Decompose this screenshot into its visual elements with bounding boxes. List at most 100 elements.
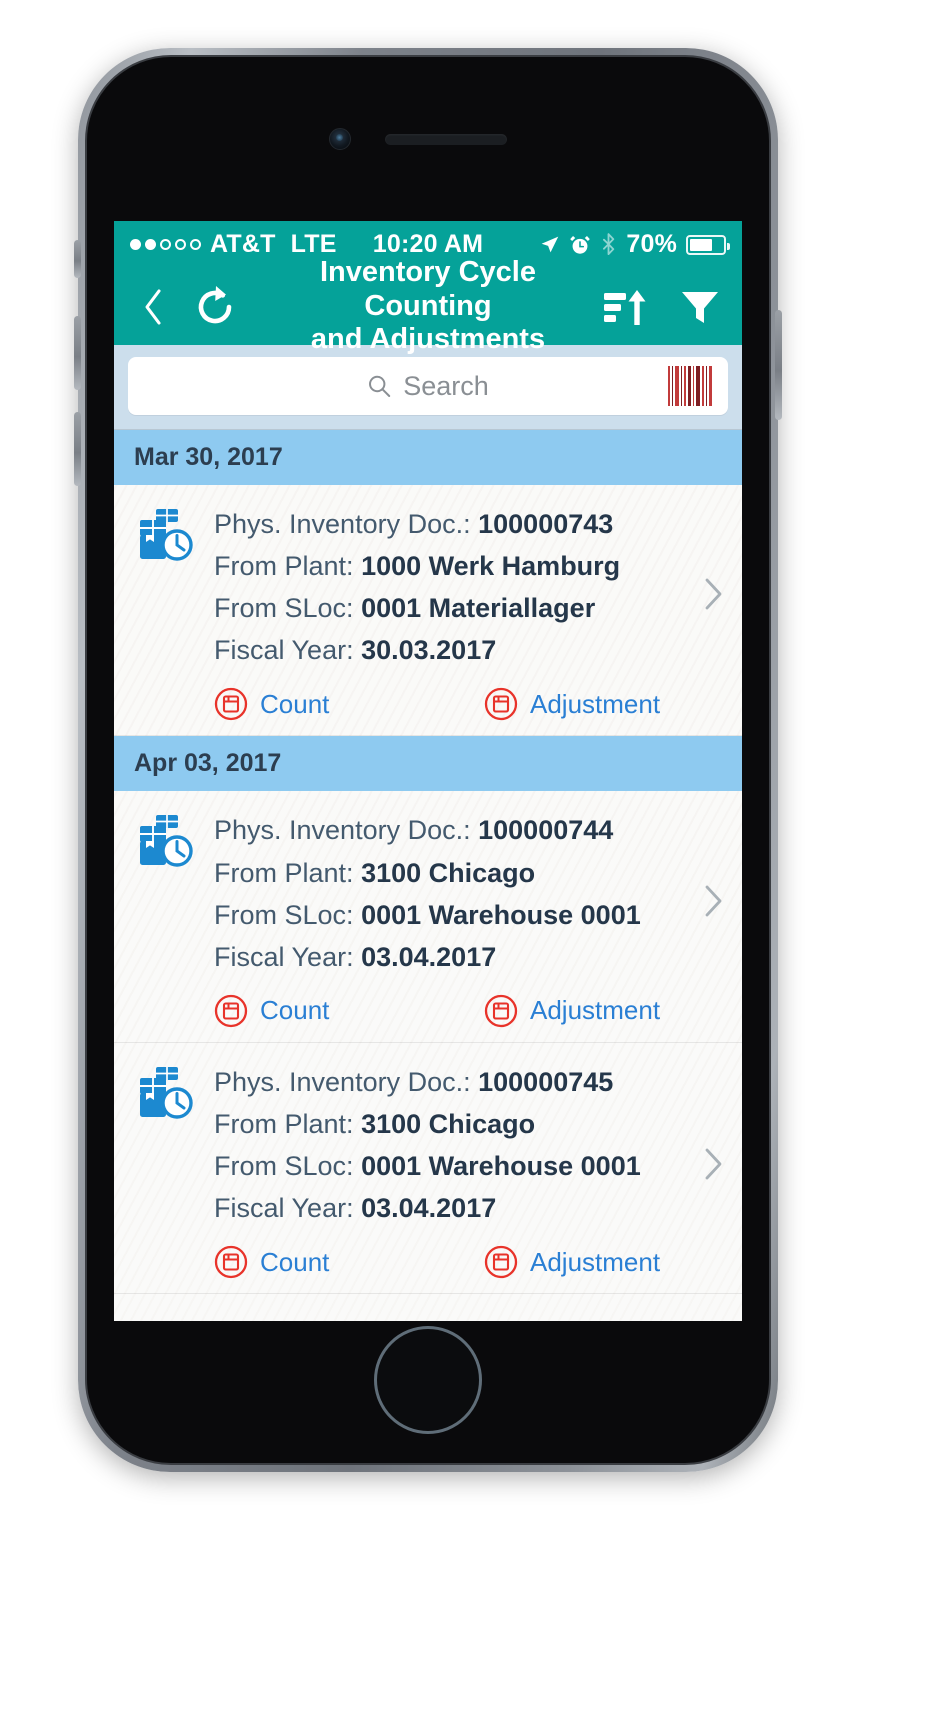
chevron-right-icon[interactable] bbox=[704, 884, 724, 918]
adjustment-action-label: Adjustment bbox=[530, 1246, 661, 1277]
field-plant: From Plant: 3100 Chicago bbox=[214, 1103, 720, 1145]
inventory-doc-icon-wrap bbox=[136, 503, 214, 721]
item-actions: Count Adjustment bbox=[214, 994, 720, 1028]
list-item-body: Phys. Inventory Doc.: 100000745 From Pla… bbox=[214, 1061, 730, 1279]
field-plant-value: 3100 Chicago bbox=[361, 857, 536, 888]
field-sloc-label: From SLoc: bbox=[214, 1151, 354, 1182]
list-item[interactable]: Phys. Inventory Doc.: 100000743 From Pla… bbox=[114, 485, 742, 737]
list-item[interactable]: Phys. Inventory Doc.: 100000744 From Pla… bbox=[114, 791, 742, 1043]
filter-button[interactable] bbox=[680, 287, 720, 327]
field-plant: From Plant: 3100 Chicago bbox=[214, 852, 720, 894]
search-placeholder-group: Search bbox=[367, 371, 489, 402]
item-actions: Count Adjustment bbox=[214, 687, 720, 721]
count-action[interactable]: Count bbox=[214, 994, 484, 1028]
field-fiscal-value: 30.03.2017 bbox=[361, 635, 497, 666]
list-item-body: Phys. Inventory Doc.: 100000743 From Pla… bbox=[214, 503, 730, 721]
app-header: Inventory Cycle Counting and Adjustments bbox=[114, 256, 742, 355]
inventory-doc-icon-wrap bbox=[136, 809, 214, 1027]
count-action[interactable]: Count bbox=[214, 687, 484, 721]
sort-button[interactable] bbox=[604, 287, 646, 327]
back-button[interactable] bbox=[136, 284, 170, 330]
chevron-left-icon bbox=[145, 288, 161, 325]
refresh-icon bbox=[198, 285, 232, 323]
chevron-right-icon[interactable] bbox=[704, 577, 724, 611]
field-fiscal-year: Fiscal Year: 03.04.2017 bbox=[214, 936, 720, 978]
volume-up-button[interactable] bbox=[74, 316, 81, 390]
field-plant-value: 1000 Werk Hamburg bbox=[361, 551, 621, 582]
field-doc: Phys. Inventory Doc.: 100000743 bbox=[214, 503, 720, 545]
adjustment-action-label: Adjustment bbox=[530, 995, 661, 1026]
battery-percent-label: 70% bbox=[626, 230, 677, 258]
field-fiscal-year: Fiscal Year: 03.04.2017 bbox=[214, 1187, 720, 1229]
field-plant-value: 3100 Chicago bbox=[361, 1108, 536, 1139]
adjustment-box-icon bbox=[484, 688, 518, 721]
count-action-label: Count bbox=[260, 688, 330, 719]
field-sloc-value: 0001 Warehouse 0001 bbox=[361, 899, 641, 930]
home-button[interactable] bbox=[374, 1326, 482, 1434]
field-sloc-value: 0001 Materiallager bbox=[361, 593, 596, 624]
count-box-icon bbox=[214, 994, 248, 1028]
adjustment-action[interactable]: Adjustment bbox=[484, 687, 660, 721]
document-list[interactable]: Mar 30, 2017 Phys. Inventory Doc.: 10000… bbox=[114, 430, 742, 1321]
field-fiscal-label: Fiscal Year: bbox=[214, 941, 354, 972]
adjustment-action-label: Adjustment bbox=[530, 688, 661, 719]
search-zone: Search bbox=[114, 345, 742, 430]
field-doc-label: Phys. Inventory Doc.: bbox=[214, 815, 471, 846]
field-doc-value: 100000744 bbox=[478, 815, 614, 846]
front-camera-icon bbox=[329, 128, 351, 150]
list-item-body: Phys. Inventory Doc.: 100000744 From Pla… bbox=[214, 809, 730, 1028]
search-icon bbox=[369, 375, 391, 397]
phone-device-frame: AT&T LTE 10:20 AM 70% Inventory Cycle Co… bbox=[74, 48, 782, 1472]
battery-icon bbox=[686, 234, 730, 255]
search-bar[interactable]: Search bbox=[128, 357, 728, 415]
field-plant-label: From Plant: bbox=[214, 1108, 354, 1139]
count-action[interactable]: Count bbox=[214, 1245, 484, 1279]
page-title-line1: Inventory Cycle Counting bbox=[320, 255, 536, 322]
field-sloc-label: From SLoc: bbox=[214, 593, 354, 624]
list-item[interactable]: Phys. Inventory Doc.: 100000745 From Pla… bbox=[114, 1043, 742, 1295]
search-input[interactable]: Search bbox=[403, 371, 489, 402]
bluetooth-icon bbox=[603, 233, 615, 255]
page-title: Inventory Cycle Counting and Adjustments bbox=[263, 256, 593, 358]
location-arrow-icon bbox=[541, 236, 559, 253]
barcode-scan-icon[interactable] bbox=[668, 366, 712, 406]
count-action-label: Count bbox=[260, 995, 330, 1026]
field-sloc: From SLoc: 0001 Warehouse 0001 bbox=[214, 894, 720, 936]
field-doc: Phys. Inventory Doc.: 100000744 bbox=[214, 809, 720, 851]
phone-screen: AT&T LTE 10:20 AM 70% Inventory Cycle Co… bbox=[114, 221, 742, 1321]
count-action-label: Count bbox=[260, 1246, 330, 1277]
field-plant-label: From Plant: bbox=[214, 551, 354, 582]
section-header-date: Apr 03, 2017 bbox=[114, 736, 742, 792]
signal-strength-icon bbox=[130, 239, 201, 250]
field-fiscal-year: Fiscal Year: 30.03.2017 bbox=[214, 629, 720, 671]
power-button[interactable] bbox=[775, 310, 782, 420]
section-header-date: Mar 30, 2017 bbox=[114, 430, 742, 485]
adjustment-box-icon bbox=[484, 994, 518, 1028]
inventory-clock-icon bbox=[140, 1066, 193, 1119]
chevron-right-icon[interactable] bbox=[704, 1147, 724, 1181]
field-sloc-label: From SLoc: bbox=[214, 899, 354, 930]
refresh-button[interactable] bbox=[192, 284, 238, 330]
adjustment-action[interactable]: Adjustment bbox=[484, 994, 660, 1028]
list-content: Mar 30, 2017 Phys. Inventory Doc.: 10000… bbox=[114, 430, 742, 1295]
field-doc-label: Phys. Inventory Doc.: bbox=[214, 509, 471, 539]
volume-down-button[interactable] bbox=[74, 412, 81, 486]
adjustment-box-icon bbox=[484, 1246, 518, 1279]
adjustment-action[interactable]: Adjustment bbox=[484, 1245, 660, 1279]
field-fiscal-value: 03.04.2017 bbox=[361, 941, 497, 972]
field-plant-label: From Plant: bbox=[214, 857, 354, 888]
field-fiscal-label: Fiscal Year: bbox=[214, 635, 354, 666]
field-sloc: From SLoc: 0001 Materiallager bbox=[214, 587, 720, 629]
field-doc-value: 100000745 bbox=[478, 1066, 614, 1097]
silent-switch[interactable] bbox=[74, 240, 81, 278]
field-fiscal-value: 03.04.2017 bbox=[361, 1193, 497, 1224]
field-doc: Phys. Inventory Doc.: 100000745 bbox=[214, 1061, 720, 1103]
inventory-doc-icon-wrap bbox=[136, 1061, 214, 1279]
field-doc-value: 100000743 bbox=[478, 509, 614, 539]
screenshot-canvas: AT&T LTE 10:20 AM 70% Inventory Cycle Co… bbox=[0, 0, 936, 1728]
inventory-clock-icon bbox=[140, 815, 193, 868]
header-actions bbox=[604, 287, 720, 327]
page-title-line2: and Adjustments bbox=[310, 323, 546, 356]
inventory-clock-icon bbox=[140, 509, 193, 561]
item-actions: Count Adjustment bbox=[214, 1245, 720, 1279]
